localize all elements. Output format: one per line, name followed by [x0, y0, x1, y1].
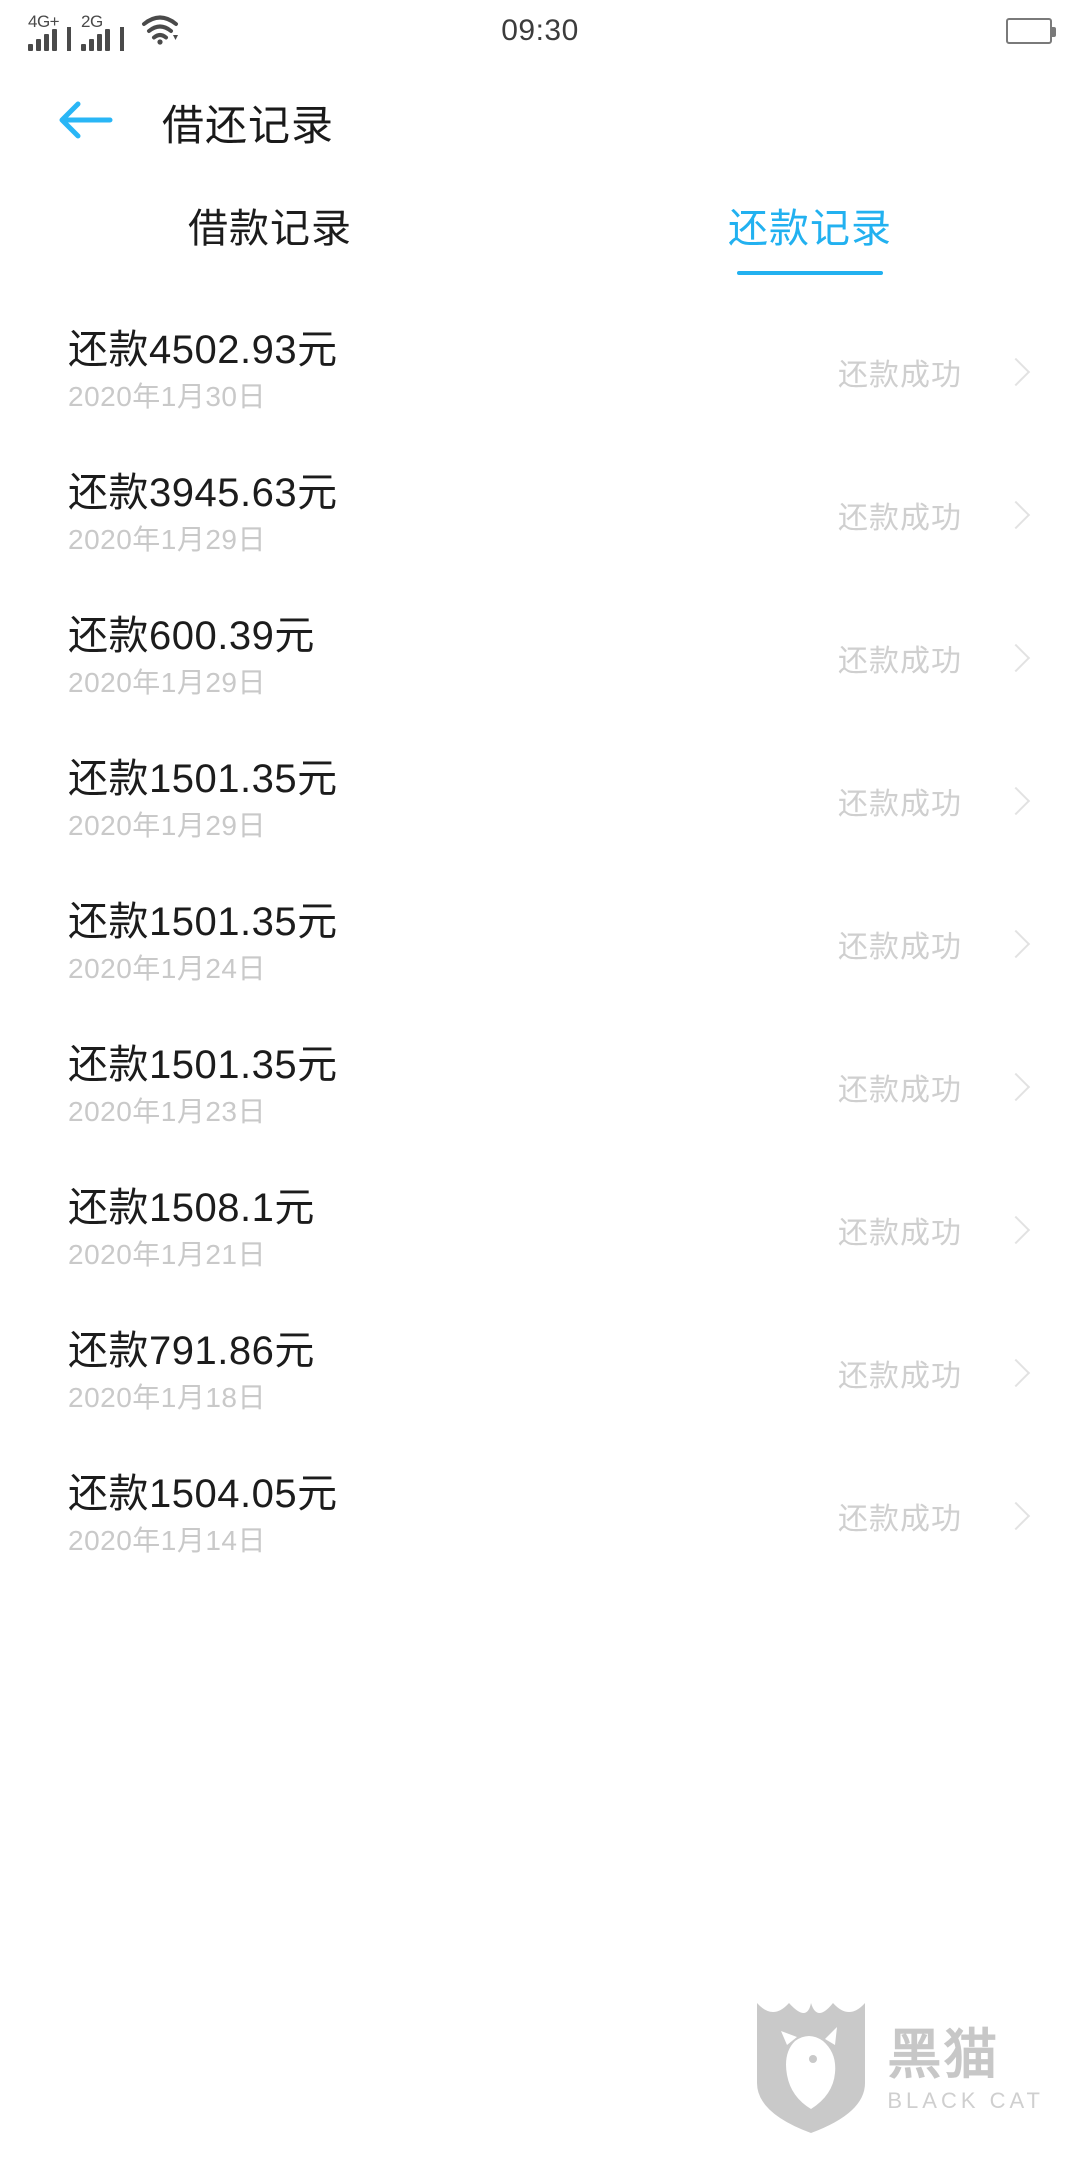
watermark-name-en: BLACK CAT: [887, 2087, 1044, 2113]
record-main: 还款1501.35元 2020年1月29日: [68, 754, 338, 848]
record-right: 还款成功: [838, 1208, 1031, 1252]
tab-underline-active: [737, 271, 883, 275]
chevron-right-icon: [1001, 643, 1031, 672]
chevron-right-icon: [1001, 500, 1031, 529]
status-badge: 还款成功: [838, 787, 962, 821]
tab-label: 还款记录: [728, 207, 892, 251]
status-time: 09:30: [501, 14, 579, 47]
status-bar-right: [1006, 0, 1056, 62]
watermark-text: 黑猫 BLACK CAT: [887, 2028, 1044, 2112]
chevron-right-icon: [1001, 357, 1031, 386]
record-main: 还款1504.05元 2020年1月14日: [68, 1469, 338, 1563]
record-right: 还款成功: [838, 636, 1031, 680]
signal-1-bars: [28, 29, 57, 51]
nav-header: 借还记录: [0, 62, 1080, 182]
record-right: 还款成功: [838, 922, 1031, 966]
tab-repayment-records[interactable]: 还款记录: [540, 182, 1080, 297]
list-item[interactable]: 还款1504.05元 2020年1月14日 还款成功: [0, 1444, 1080, 1587]
list-item[interactable]: 还款1508.1元 2020年1月21日 还款成功: [0, 1158, 1080, 1301]
back-arrow-icon: [54, 98, 116, 147]
signal-indicator-1: 4G+: [28, 12, 60, 51]
record-main: 还款600.39元 2020年1月29日: [68, 611, 315, 705]
tab-loan-records[interactable]: 借款记录: [0, 182, 540, 297]
record-date: 2020年1月29日: [68, 666, 267, 698]
signal-divider: [67, 27, 71, 51]
record-date: 2020年1月30日: [68, 380, 267, 412]
status-badge: 还款成功: [838, 930, 962, 964]
record-main: 还款791.86元 2020年1月18日: [68, 1326, 315, 1420]
list-item[interactable]: 还款600.39元 2020年1月29日 还款成功: [0, 586, 1080, 729]
record-amount: 还款1501.35元: [68, 899, 338, 944]
signal-2-label: 2G: [81, 12, 103, 31]
record-date: 2020年1月29日: [68, 523, 267, 555]
status-badge: 还款成功: [838, 358, 962, 392]
list-item[interactable]: 还款4502.93元 2020年1月30日 还款成功: [0, 300, 1080, 443]
status-badge: 还款成功: [838, 644, 962, 678]
record-date: 2020年1月29日: [68, 809, 267, 841]
status-bar-left: 4G+ 2G: [28, 11, 180, 51]
list-item[interactable]: 还款1501.35元 2020年1月23日 还款成功: [0, 1015, 1080, 1158]
record-amount: 还款1504.05元: [68, 1471, 338, 1516]
tab-bar: 借款记录 还款记录: [0, 182, 1080, 297]
record-amount: 还款1501.35元: [68, 1042, 338, 1087]
status-bar: 4G+ 2G 09:30: [0, 0, 1080, 62]
list-item[interactable]: 还款3945.63元 2020年1月29日 还款成功: [0, 443, 1080, 586]
record-main: 还款1508.1元 2020年1月21日: [68, 1183, 315, 1277]
status-badge: 还款成功: [838, 1073, 962, 1107]
status-badge: 还款成功: [838, 501, 962, 535]
record-amount: 还款4502.93元: [68, 327, 338, 372]
repayment-record-list: 还款4502.93元 2020年1月30日 还款成功 还款3945.63元 20…: [0, 300, 1080, 1587]
record-main: 还款1501.35元 2020年1月24日: [68, 897, 338, 991]
record-date: 2020年1月18日: [68, 1381, 267, 1413]
record-right: 还款成功: [838, 350, 1031, 394]
record-date: 2020年1月23日: [68, 1095, 267, 1127]
record-right: 还款成功: [838, 779, 1031, 823]
record-main: 还款4502.93元 2020年1月30日: [68, 325, 338, 419]
signal-divider-2: [120, 27, 124, 51]
record-amount: 还款1508.1元: [68, 1185, 315, 1230]
record-date: 2020年1月14日: [68, 1524, 267, 1556]
status-badge: 还款成功: [838, 1216, 962, 1250]
record-right: 还款成功: [838, 1351, 1031, 1395]
signal-2-bars: [81, 29, 110, 51]
chevron-right-icon: [1001, 786, 1031, 815]
record-date: 2020年1月21日: [68, 1238, 267, 1270]
wifi-icon: [140, 13, 180, 50]
chevron-right-icon: [1001, 929, 1031, 958]
status-badge: 还款成功: [838, 1359, 962, 1393]
tab-label: 借款记录: [188, 207, 352, 251]
chevron-right-icon: [1001, 1358, 1031, 1387]
record-amount: 还款600.39元: [68, 613, 315, 658]
record-right: 还款成功: [838, 493, 1031, 537]
list-item[interactable]: 还款791.86元 2020年1月18日 还款成功: [0, 1301, 1080, 1444]
signal-1-label: 4G+: [28, 12, 60, 31]
record-amount: 还款1501.35元: [68, 756, 338, 801]
signal-indicator-2: 2G: [81, 13, 110, 51]
status-badge: 还款成功: [838, 1502, 962, 1536]
watermark: 黑猫 BLACK CAT: [751, 1997, 1044, 2142]
record-main: 还款1501.35元 2020年1月23日: [68, 1040, 338, 1134]
watermark-name-cn: 黑猫: [887, 2024, 1000, 2085]
record-date: 2020年1月24日: [68, 952, 267, 984]
record-right: 还款成功: [838, 1494, 1031, 1538]
list-item[interactable]: 还款1501.35元 2020年1月29日 还款成功: [0, 729, 1080, 872]
chevron-right-icon: [1001, 1501, 1031, 1530]
record-amount: 还款3945.63元: [68, 470, 338, 515]
chevron-right-icon: [1001, 1072, 1031, 1101]
back-button[interactable]: [54, 88, 122, 156]
battery-icon: [1006, 18, 1056, 44]
chevron-right-icon: [1001, 1215, 1031, 1244]
black-cat-shield-icon: [751, 1997, 871, 2142]
page-title: 借还记录: [162, 101, 335, 149]
record-right: 还款成功: [838, 1065, 1031, 1109]
record-amount: 还款791.86元: [68, 1328, 315, 1373]
list-item[interactable]: 还款1501.35元 2020年1月24日 还款成功: [0, 872, 1080, 1015]
record-main: 还款3945.63元 2020年1月29日: [68, 468, 338, 562]
tab-underline: [197, 271, 343, 275]
